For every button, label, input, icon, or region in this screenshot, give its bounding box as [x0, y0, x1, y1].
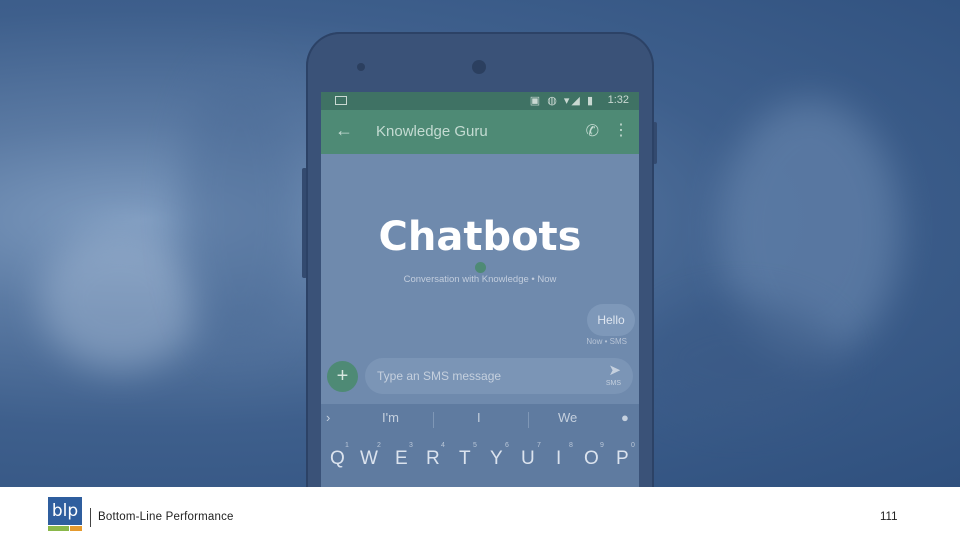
- background-blur: [640, 300, 840, 420]
- conversation-label: Conversation with Knowledge • Now: [403, 274, 557, 285]
- keyboard-key[interactable]: P: [616, 448, 629, 470]
- key-number: 5: [473, 442, 477, 449]
- suggestion-item[interactable]: I: [477, 410, 481, 425]
- page-number: 111: [880, 511, 898, 523]
- notification-icon: [335, 96, 347, 105]
- key-number: 8: [569, 442, 573, 449]
- keyboard-key[interactable]: Q: [330, 448, 345, 470]
- more-vert-icon[interactable]: ⋮: [613, 120, 629, 140]
- background-blur: [180, 60, 300, 360]
- keyboard-key[interactable]: T: [459, 448, 471, 470]
- footer-divider: [90, 508, 91, 527]
- phone-camera: [472, 60, 486, 74]
- sms-composer[interactable]: Type an SMS message ➤ SMS: [365, 358, 633, 394]
- keyboard-key[interactable]: I: [556, 448, 561, 470]
- keyboard: › I'm I We ● 1 2 3 4 5 6 7 8 9 0 Q W E R…: [321, 404, 639, 487]
- key-number: 9: [600, 442, 604, 449]
- suggestion-divider: [528, 412, 529, 428]
- back-arrow-icon[interactable]: ←: [335, 120, 353, 141]
- composer-placeholder: Type an SMS message: [377, 369, 502, 383]
- status-time: 1:32: [607, 94, 629, 106]
- key-number: 0: [631, 442, 635, 449]
- company-logo: blp: [48, 497, 82, 531]
- keyboard-key[interactable]: Y: [490, 448, 503, 470]
- suggestion-divider: [433, 412, 434, 428]
- key-number: 3: [409, 442, 413, 449]
- app-bar: ← Knowledge Guru ✆ ⋮: [321, 110, 639, 154]
- key-number: 7: [537, 442, 541, 449]
- company-name: Bottom-Line Performance: [98, 511, 234, 523]
- slide-title: Chatbots: [378, 214, 582, 260]
- contact-avatar: [475, 262, 486, 273]
- key-number: 6: [505, 442, 509, 449]
- signal-icons: ▣ ◍ ▾◢ ▮: [529, 95, 595, 107]
- key-number: 4: [441, 442, 445, 449]
- background-photo: ▣ ◍ ▾◢ ▮ 1:32 ← Knowledge Guru ✆ ⋮ Conve…: [0, 0, 960, 487]
- chevron-right-icon[interactable]: ›: [326, 410, 330, 425]
- phone-icon[interactable]: ✆: [586, 121, 599, 141]
- keyboard-key[interactable]: U: [521, 448, 535, 470]
- logo-orange-stripe: [70, 526, 82, 531]
- plus-icon[interactable]: +: [327, 361, 358, 392]
- keyboard-key[interactable]: O: [584, 448, 599, 470]
- send-icon[interactable]: ➤: [608, 361, 621, 379]
- logo-green-stripe: [48, 526, 69, 531]
- suggestion-item[interactable]: I'm: [382, 410, 399, 425]
- keyboard-key[interactable]: W: [360, 448, 378, 470]
- app-title: Knowledge Guru: [376, 123, 488, 140]
- message-bubble: Hello: [587, 304, 635, 336]
- status-bar: ▣ ◍ ▾◢ ▮ 1:32: [321, 92, 639, 110]
- send-label: SMS: [605, 380, 621, 387]
- phone-sensor: [357, 63, 365, 71]
- phone-screen: ▣ ◍ ▾◢ ▮ 1:32 ← Knowledge Guru ✆ ⋮ Conve…: [321, 92, 639, 487]
- keyboard-key[interactable]: E: [395, 448, 408, 470]
- mic-icon[interactable]: ●: [621, 410, 629, 425]
- key-number: 1: [345, 442, 349, 449]
- suggestion-item[interactable]: We: [558, 410, 577, 425]
- message-meta: Now • SMS: [586, 337, 627, 346]
- keyboard-key[interactable]: R: [426, 448, 440, 470]
- logo-text: blp: [48, 497, 82, 525]
